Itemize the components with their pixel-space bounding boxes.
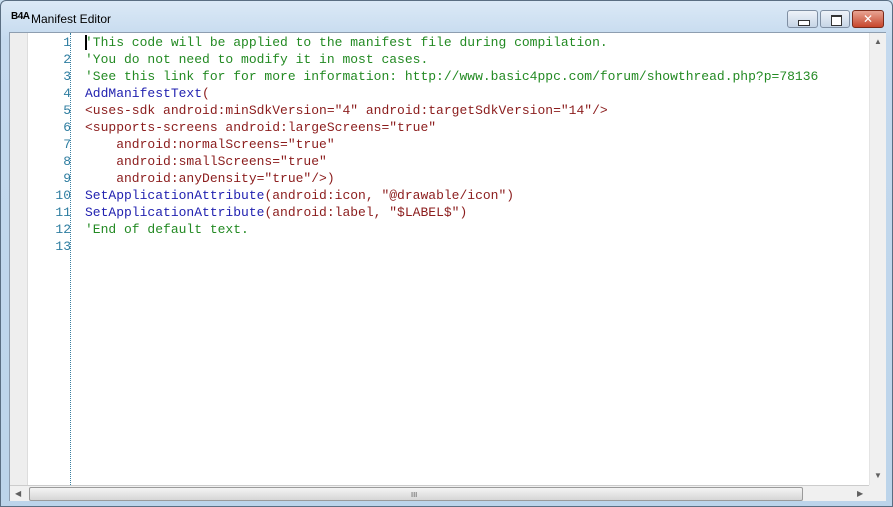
code-token: SetApplicationAttribute bbox=[85, 205, 265, 220]
gutter-separator bbox=[70, 33, 71, 485]
horizontal-scrollbar[interactable]: ◀ III ▶ bbox=[10, 485, 886, 501]
close-button[interactable]: ✕ bbox=[852, 10, 884, 28]
scroll-left-icon[interactable]: ◀ bbox=[15, 489, 21, 498]
code-token: android:smallScreens="true" bbox=[85, 154, 327, 169]
maximize-button[interactable] bbox=[820, 10, 850, 28]
code-line[interactable]: AddManifestText( bbox=[85, 85, 210, 102]
code-token: (android:icon, "@drawable/icon") bbox=[264, 188, 515, 203]
code-token: 'End of default text. bbox=[85, 222, 249, 237]
code-editor[interactable]: 1 2 3 4 5 6 7 8 9 10 11 12 13 'This code will be app… bbox=[9, 32, 886, 501]
code-line[interactable]: <supports-screens android:largeScreens="… bbox=[85, 119, 436, 136]
code-token: android:normalScreens="true" bbox=[85, 137, 335, 152]
window-title: Manifest Editor bbox=[31, 12, 112, 26]
scrollbar-corner bbox=[869, 485, 886, 501]
title-bar[interactable]: B4A Manifest Editor ✕ bbox=[1, 1, 892, 32]
line-number: 12 bbox=[55, 222, 71, 237]
scroll-down-icon[interactable]: ▼ bbox=[874, 471, 882, 480]
code-line[interactable]: SetApplicationAttribute(android:label, "… bbox=[85, 204, 467, 221]
code-line[interactable]: 'End of default text. bbox=[85, 221, 249, 238]
code-line[interactable]: android:smallScreens="true" bbox=[85, 153, 327, 170]
code-line[interactable]: android:normalScreens="true" bbox=[85, 136, 335, 153]
code-token: android:anyDensity="true"/>) bbox=[85, 171, 335, 186]
vertical-scrollbar[interactable]: ▲ ▼ bbox=[869, 33, 886, 485]
grip-icon: III bbox=[411, 491, 418, 499]
app-logo-icon: B4A bbox=[11, 11, 30, 22]
code-token: SetApplicationAttribute bbox=[85, 188, 265, 203]
code-line[interactable]: 'You do not need to modify it in most ca… bbox=[85, 51, 428, 68]
code-line[interactable]: 'See this link for for more information:… bbox=[85, 68, 818, 85]
code-line[interactable]: <uses-sdk android:minSdkVersion="4" andr… bbox=[85, 102, 608, 119]
code-token: ( bbox=[202, 86, 210, 101]
code-token: 'This code will be applied to the manife… bbox=[85, 35, 608, 50]
line-number: 13 bbox=[55, 239, 71, 254]
manifest-editor-window: B4A Manifest Editor ✕ 1 2 3 4 5 6 7 8 9 10 11 12 13 … bbox=[0, 0, 893, 507]
scroll-right-icon[interactable]: ▶ bbox=[857, 489, 863, 498]
scroll-up-icon[interactable]: ▲ bbox=[874, 37, 882, 46]
code-token: (android:label, "$LABEL$") bbox=[264, 205, 468, 220]
line-numbers: 1 2 3 4 5 6 7 8 9 10 11 12 13 bbox=[28, 33, 71, 485]
line-number: 10 bbox=[55, 188, 71, 203]
code-line[interactable]: SetApplicationAttribute(android:icon, "@… bbox=[85, 187, 514, 204]
code-token: 'See this link for for more information:… bbox=[85, 69, 819, 84]
code-token: <uses-sdk android:minSdkVersion="4" andr… bbox=[85, 103, 608, 118]
code-token: <supports-screens android:largeScreens="… bbox=[85, 120, 437, 135]
minimize-button[interactable] bbox=[787, 10, 818, 28]
horizontal-scroll-thumb[interactable]: III bbox=[29, 487, 803, 501]
code-line[interactable]: android:anyDensity="true"/>) bbox=[85, 170, 335, 187]
code-line[interactable]: 'This code will be applied to the manife… bbox=[85, 34, 608, 51]
line-number: 11 bbox=[55, 205, 71, 220]
code-token: AddManifestText bbox=[85, 86, 203, 101]
margin-gutter[interactable] bbox=[10, 33, 28, 485]
code-token: 'You do not need to modify it in most ca… bbox=[85, 52, 429, 67]
